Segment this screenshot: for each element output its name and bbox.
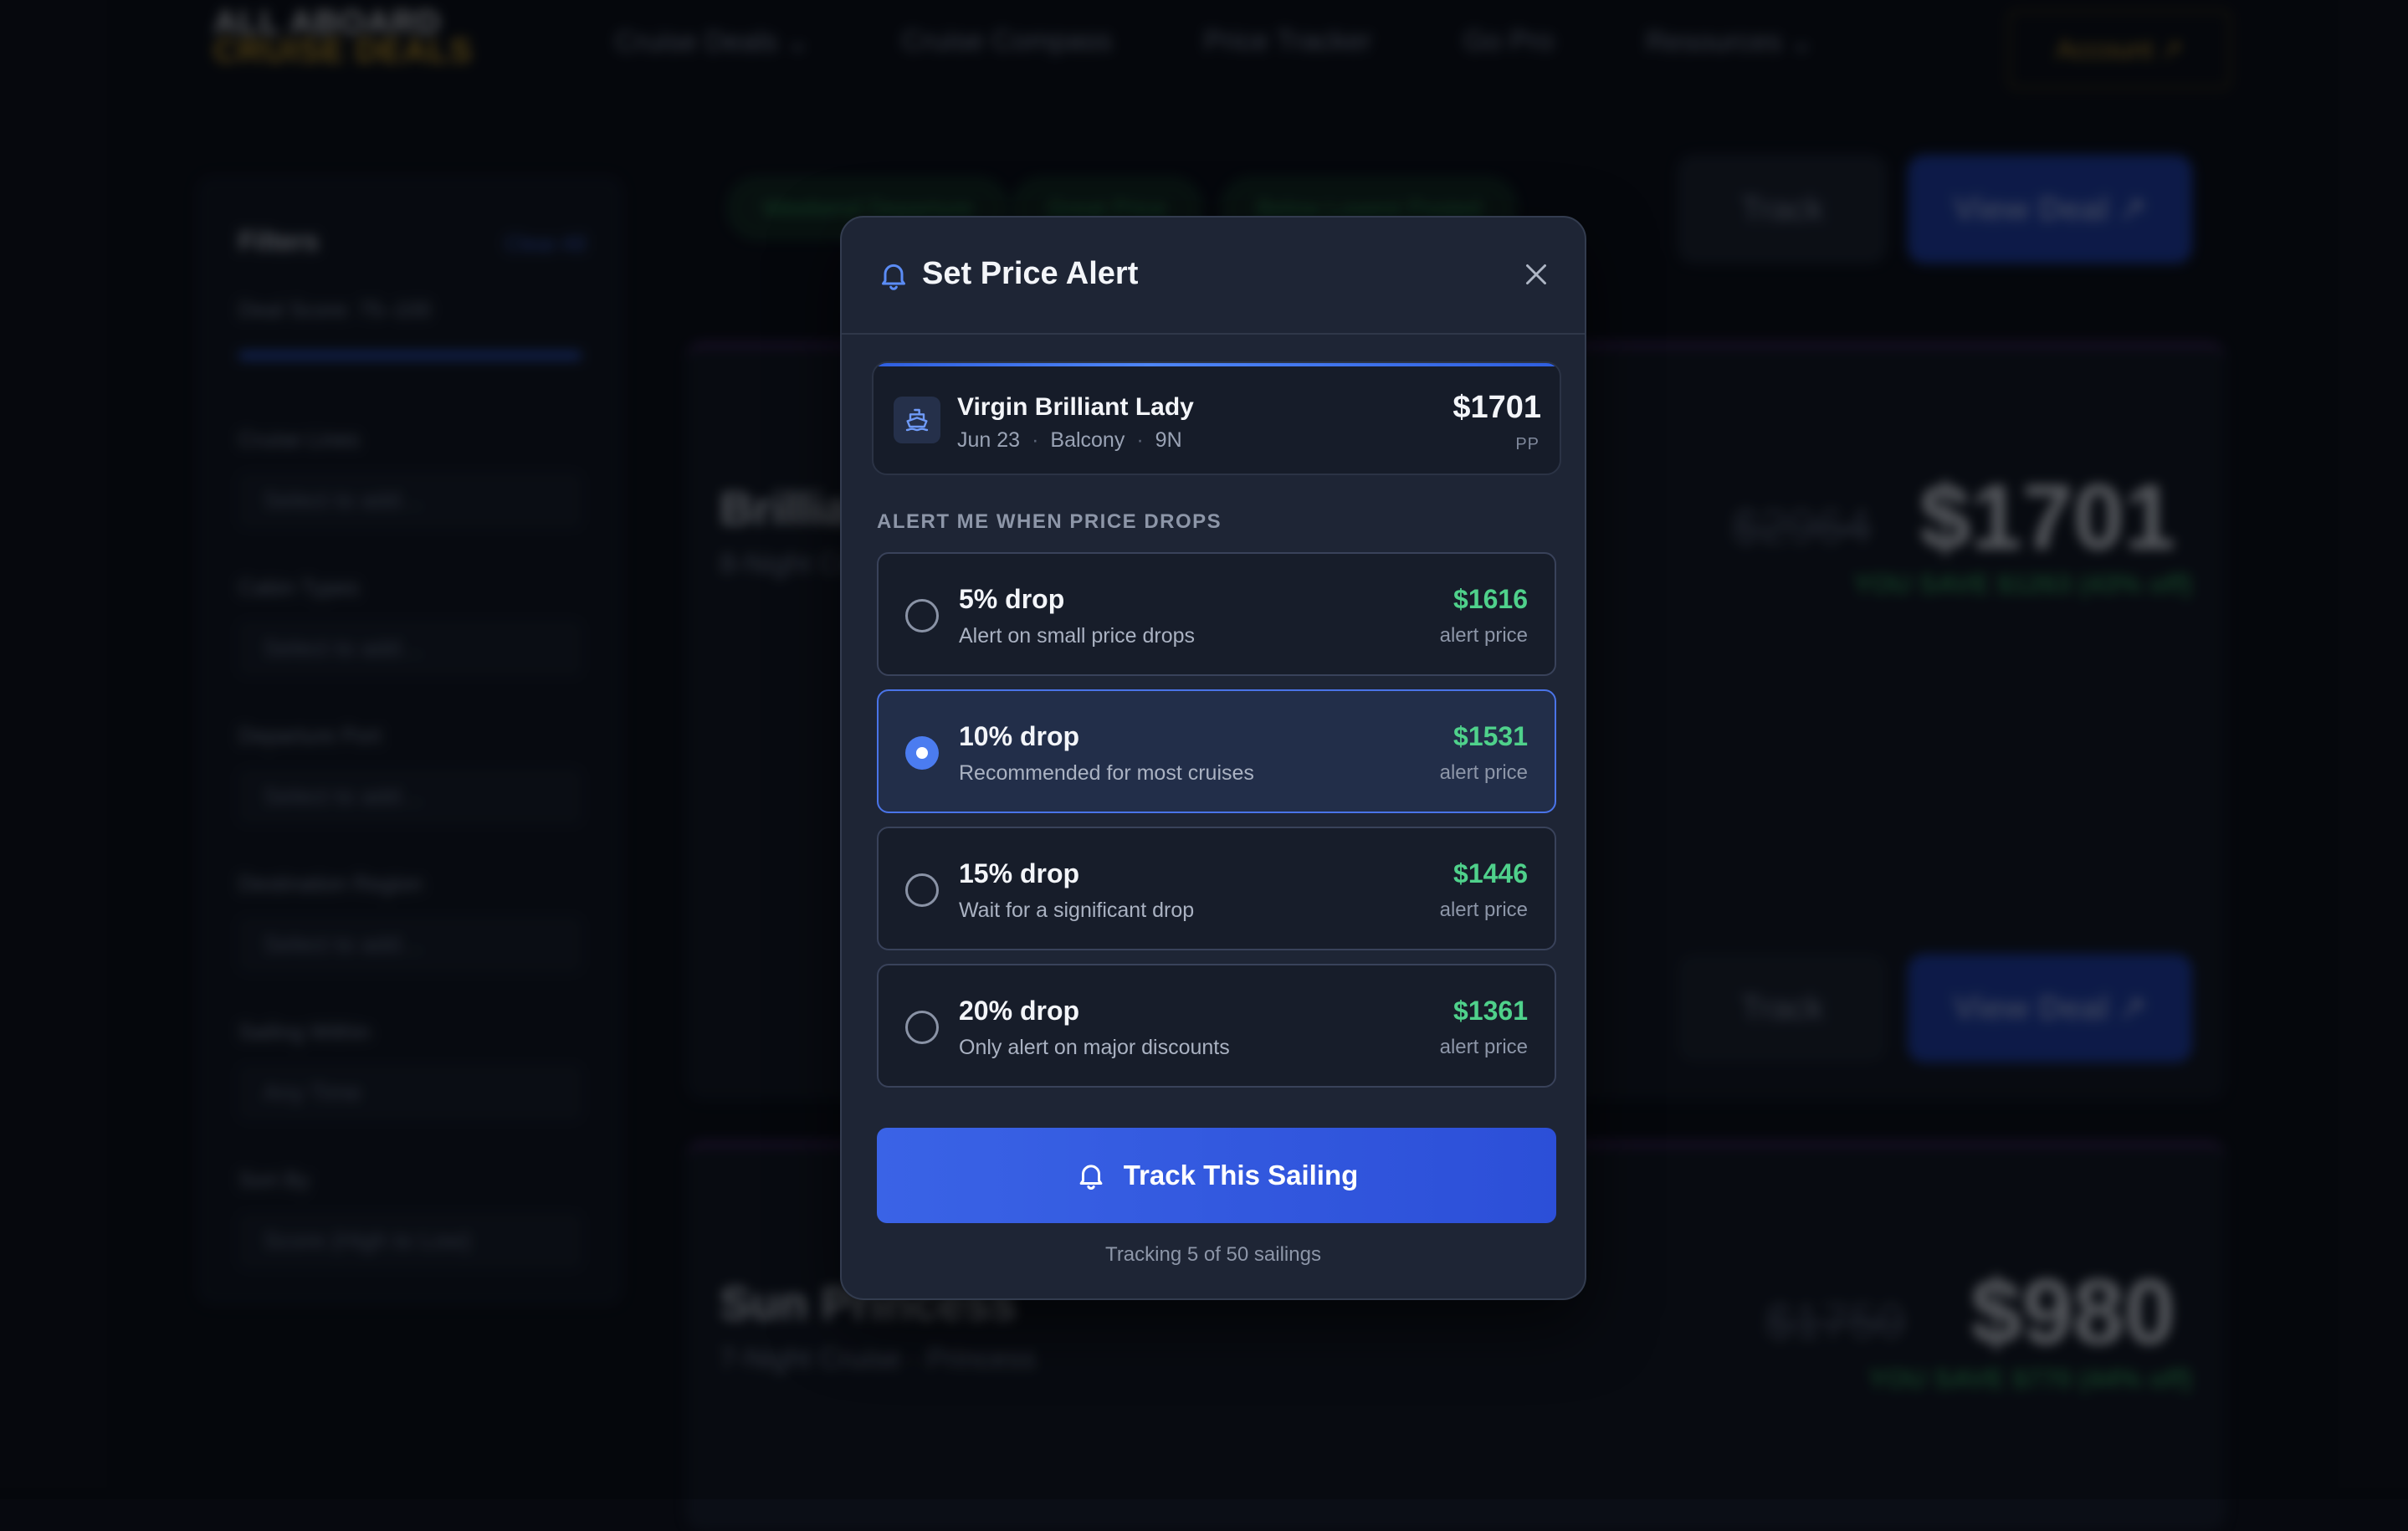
sailing-meta: Jun 23 · Balcony · 9N: [957, 428, 1182, 453]
alert-price: $1446: [1453, 858, 1528, 888]
radio-button[interactable]: [905, 599, 939, 632]
option-description: Recommended for most cruises: [959, 761, 1254, 785]
drop-option-10[interactable]: 10% drop Recommended for most cruises $1…: [877, 689, 1556, 813]
price-alert-modal: Set Price Alert Virgin Brilliant Lady Ju…: [840, 216, 1586, 1300]
radio-button-selected[interactable]: [905, 736, 939, 770]
modal-header: Set Price Alert: [842, 218, 1585, 335]
option-title: 20% drop: [959, 996, 1080, 1026]
ship-icon: [894, 397, 940, 443]
sailing-summary: Virgin Brilliant Lady Jun 23 · Balcony · 9N …: [872, 361, 1561, 475]
radio-button[interactable]: [905, 1011, 939, 1044]
close-icon[interactable]: [1521, 259, 1551, 289]
drop-option-20[interactable]: 20% drop Only alert on major discounts $…: [877, 964, 1556, 1088]
drop-option-5[interactable]: 5% drop Alert on small price drops $1616…: [877, 552, 1556, 676]
ship-name: Virgin Brilliant Lady: [957, 393, 1194, 421]
price-unit: PP: [1515, 435, 1540, 453]
alert-price-label: alert price: [1439, 899, 1528, 921]
alert-price-label: alert price: [1439, 624, 1528, 647]
track-sailing-label: Track This Sailing: [1123, 1160, 1359, 1190]
alert-price: $1616: [1453, 584, 1528, 614]
separator-dot: ·: [1136, 428, 1144, 452]
alert-price-label: alert price: [1439, 1036, 1528, 1058]
option-description: Wait for a significant drop: [959, 899, 1195, 922]
cabin-type: Balcony: [1050, 428, 1125, 452]
modal-title: Set Price Alert: [922, 256, 1139, 291]
bell-icon: [1079, 1165, 1103, 1190]
track-sailing-button[interactable]: Track This Sailing: [877, 1128, 1556, 1223]
nights: 9N: [1155, 428, 1182, 452]
bell-icon: [882, 264, 905, 290]
tracking-count: Tracking 5 of 50 sailings: [1105, 1243, 1321, 1266]
sailing-date: Jun 23: [957, 428, 1021, 452]
section-label: ALERT ME WHEN PRICE DROPS: [877, 510, 1222, 533]
separator-dot: ·: [1032, 428, 1039, 452]
accent-bar: [874, 363, 1560, 366]
option-title: 5% drop: [959, 584, 1065, 614]
radio-button[interactable]: [905, 873, 939, 907]
option-description: Only alert on major discounts: [959, 1036, 1230, 1059]
option-title: 15% drop: [959, 858, 1080, 888]
alert-price-label: alert price: [1439, 761, 1528, 784]
option-description: Alert on small price drops: [959, 624, 1196, 648]
drop-option-15[interactable]: 15% drop Wait for a significant drop $14…: [877, 827, 1556, 950]
option-title: 10% drop: [959, 721, 1080, 751]
alert-price: $1361: [1453, 996, 1528, 1026]
alert-price: $1531: [1453, 721, 1528, 751]
current-price: $1701: [1452, 390, 1541, 425]
